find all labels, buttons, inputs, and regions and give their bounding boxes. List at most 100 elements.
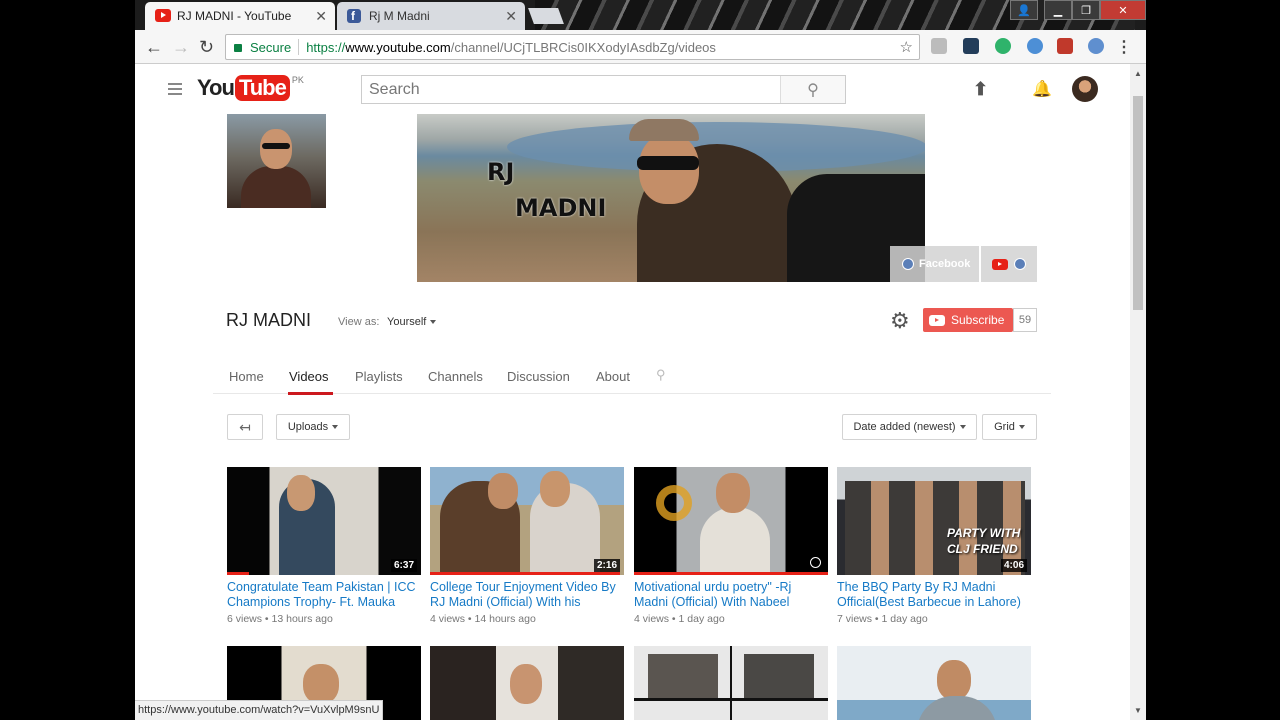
banner-cap-shape — [629, 119, 699, 141]
video-thumbnail[interactable]: 2:16 — [430, 467, 624, 575]
tab-title: Rj M Madni — [369, 9, 430, 23]
video-title[interactable]: Congratulate Team Pakistan | ICC Champio… — [227, 580, 421, 610]
extension-icon-2[interactable] — [963, 38, 979, 54]
view-as-dropdown[interactable]: Yourself — [387, 316, 437, 328]
extension-icon-5[interactable] — [1057, 38, 1073, 54]
close-tab-icon[interactable]: ✕ — [315, 8, 327, 25]
back-button[interactable]: ↤ — [227, 414, 263, 440]
video-title[interactable]: Motivational urdu poetry" -Rj Madni (Off… — [634, 580, 828, 610]
new-tab-button[interactable] — [528, 8, 564, 24]
desktop-background-right — [1146, 0, 1280, 720]
chevron-down-icon — [1018, 425, 1025, 429]
minimize-button[interactable]: ▁ — [1044, 0, 1072, 20]
video-card[interactable] — [430, 646, 624, 720]
tab-facebook[interactable]: Rj M Madni ✕ — [337, 2, 525, 30]
video-card[interactable] — [837, 646, 1031, 720]
video-thumbnail[interactable]: PARTY WITH CLJ FRIEND 4:06 — [837, 467, 1031, 575]
page-scrollbar[interactable]: ▲ ▼ — [1130, 64, 1146, 720]
video-age: 1 day ago — [678, 613, 725, 625]
extension-icon-1[interactable] — [931, 38, 947, 54]
channel-avatar[interactable] — [227, 114, 326, 208]
search-button[interactable]: ⚲ — [780, 76, 845, 103]
video-thumbnail[interactable]: 6:37 — [227, 467, 421, 575]
channel-settings-gear-icon[interactable]: ⚙ — [890, 308, 910, 334]
video-title[interactable]: The BBQ Party By RJ Madni Official(Best … — [837, 580, 1031, 610]
banner-text-rj: RJ — [487, 158, 515, 186]
back-arrow-icon[interactable]: ← — [145, 37, 163, 58]
extension-icon-6[interactable] — [1088, 38, 1104, 54]
notifications-bell-icon[interactable]: 🔔 — [1032, 79, 1052, 99]
bookmark-star-icon[interactable]: ☆ — [900, 38, 913, 56]
watch-progress-bar — [634, 572, 828, 575]
url-host: www.youtube.com — [345, 39, 451, 55]
view-label: Grid — [994, 421, 1015, 433]
video-card[interactable]: 2:16 College Tour Enjoyment Video By RJ … — [430, 467, 624, 625]
facebook-link[interactable]: Facebook — [890, 246, 979, 282]
video-card[interactable] — [634, 646, 828, 720]
page-content: You Tube PK ⚲ ⬆ 🔔 RJ MADNI — [135, 64, 1130, 720]
browser-toolbar: ← → ↻ Secure https://www.youtube.com/cha… — [135, 30, 1146, 64]
status-bar-url: https://www.youtube.com/watch?v=VuXvlpM9… — [135, 700, 384, 720]
browser-menu-icon[interactable]: ⋮ — [1116, 37, 1132, 57]
youtube-logo[interactable]: You Tube PK — [197, 75, 304, 101]
video-thumbnail[interactable] — [430, 646, 624, 720]
tab-playlists[interactable]: Playlists — [355, 369, 403, 384]
collage-photo-shape — [648, 654, 718, 698]
tab-discussion[interactable]: Discussion — [507, 369, 570, 384]
video-age: 13 hours ago — [271, 613, 333, 625]
video-duration: 2:16 — [593, 559, 620, 572]
scrollbar-thumb[interactable] — [1133, 96, 1143, 310]
video-meta: 4 views • 14 hours ago — [430, 613, 536, 625]
tab-home[interactable]: Home — [229, 369, 264, 384]
scroll-up-icon[interactable]: ▲ — [1134, 69, 1142, 78]
logo-you: You — [197, 75, 235, 100]
tab-videos[interactable]: Videos — [288, 369, 332, 395]
guide-menu-icon[interactable] — [168, 83, 182, 98]
tab-about[interactable]: About — [596, 369, 630, 384]
account-avatar[interactable] — [1072, 76, 1098, 102]
user-profile-icon[interactable]: 👤 — [1010, 0, 1038, 20]
tab-channels[interactable]: Channels — [428, 369, 483, 384]
video-thumbnail[interactable] — [837, 646, 1031, 720]
forward-arrow-icon[interactable]: → — [172, 37, 190, 58]
video-title[interactable]: College Tour Enjoyment Video By RJ Madni… — [430, 580, 624, 610]
address-divider — [298, 39, 300, 55]
extension-icon-3[interactable] — [995, 38, 1011, 54]
scroll-down-icon[interactable]: ▼ — [1134, 706, 1142, 715]
view-as-label: View as: — [338, 316, 380, 328]
video-card[interactable]: Motivational urdu poetry" -Rj Madni (Off… — [634, 467, 828, 625]
thumbnail-overlay-text: PARTY WITH CLJ FRIEND — [947, 526, 1021, 556]
collage-divider — [634, 698, 828, 701]
tab-youtube[interactable]: RJ MADNI - YouTube ✕ — [145, 2, 335, 30]
view-as-value: Yourself — [387, 316, 427, 328]
upload-icon[interactable]: ⬆ — [973, 79, 988, 100]
youtube-link[interactable] — [981, 246, 1037, 282]
back-arrow-icon: ↤ — [239, 418, 251, 435]
uploads-dropdown[interactable]: Uploads — [276, 414, 350, 440]
watch-later-clock-icon[interactable] — [806, 553, 825, 572]
watch-progress-bar — [430, 572, 620, 575]
secure-label: Secure — [250, 39, 292, 55]
address-bar[interactable]: Secure https://www.youtube.com/channel/U… — [225, 34, 920, 60]
video-card[interactable]: 6:37 Congratulate Team Pakistan | ICC Ch… — [227, 467, 421, 625]
video-thumbnail[interactable] — [634, 467, 828, 575]
search-input[interactable] — [362, 76, 780, 103]
video-views: 7 views — [837, 613, 873, 625]
subscribe-button[interactable]: Subscribe — [923, 308, 1013, 332]
extension-icon-4[interactable] — [1027, 38, 1043, 54]
reload-icon[interactable]: ↻ — [199, 37, 214, 58]
video-duration: 4:06 — [1000, 559, 1027, 572]
window-close-button[interactable]: ✕ — [1100, 0, 1146, 20]
video-card[interactable]: PARTY WITH CLJ FRIEND 4:06 The BBQ Party… — [837, 467, 1031, 625]
desktop-background-left — [0, 0, 135, 720]
region-code: PK — [291, 75, 304, 85]
video-thumbnail[interactable] — [634, 646, 828, 720]
close-tab-icon[interactable]: ✕ — [505, 8, 517, 25]
maximize-button[interactable]: ❐ — [1072, 0, 1100, 20]
sort-dropdown[interactable]: Date added (newest) — [842, 414, 977, 440]
window-controls: 👤 ▁ ❐ ✕ — [1010, 0, 1146, 20]
channel-search-icon[interactable]: ⚲ — [656, 367, 666, 383]
channel-tabs: Home Videos Playlists Channels Discussio… — [213, 354, 1051, 395]
view-dropdown[interactable]: Grid — [982, 414, 1037, 440]
globe-icon — [1014, 258, 1026, 270]
